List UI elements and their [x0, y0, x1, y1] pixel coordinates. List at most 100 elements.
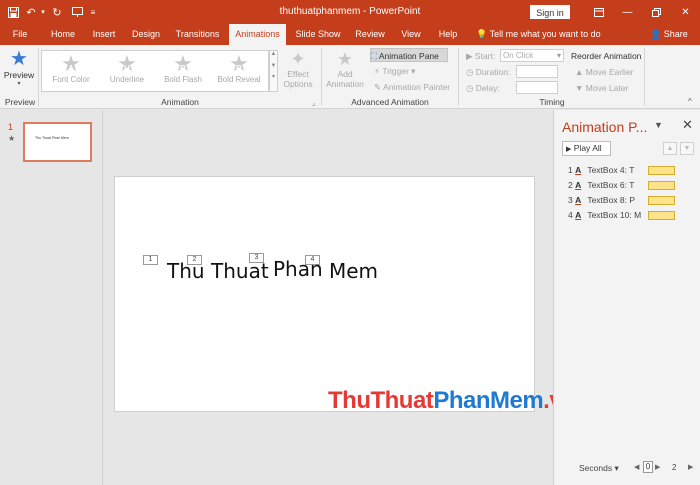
share-button[interactable]: 👤 Share	[650, 24, 688, 45]
scroll-down-icon[interactable]: ▼	[270, 63, 277, 69]
move-earlier-label: Move Earlier	[585, 67, 634, 77]
tab-slide-show[interactable]: Slide Show	[292, 24, 344, 45]
animation-list-item[interactable]: 4 A TextBox 10: M	[568, 208, 698, 222]
tell-me-text: Tell me what you want to do	[489, 29, 601, 39]
move-down-button[interactable]: ▼	[680, 142, 694, 155]
tab-insert[interactable]: Insert	[86, 24, 122, 45]
animation-item-label: TextBox 8: P	[587, 195, 636, 205]
seconds-dropdown[interactable]: Seconds ▾	[579, 463, 619, 474]
tab-animations[interactable]: Animations	[229, 24, 286, 45]
close-window-icon[interactable]: ✕	[671, 0, 700, 24]
tab-home[interactable]: Home	[44, 24, 82, 45]
ribbon: ★ Preview ▾ Preview ★ A Font Color ★ U Und…	[0, 45, 700, 109]
animation-painter-button[interactable]: ✎ Animation Painter	[374, 80, 450, 94]
tab-design[interactable]: Design	[126, 24, 166, 45]
gallery-item-font-color[interactable]: ★ A Font Color	[43, 51, 99, 91]
animation-tag[interactable]: 1	[143, 255, 158, 265]
dropdown-arrow-icon[interactable]: ▾	[39, 0, 47, 24]
trigger-button[interactable]: ⚡ Trigger ▾	[374, 64, 415, 78]
animation-pane: Animation P... ▼ ✕ ▶ Play All ▲ ▼ 1 A Te…	[553, 110, 700, 485]
timeline-bar	[648, 181, 675, 190]
slide-textbox-thu[interactable]: Thu	[167, 259, 205, 283]
thumbnail-text: Thu Thuat Phan Mem	[35, 136, 69, 140]
effect-options-button[interactable]: ✦ Effect Options	[281, 49, 315, 89]
gallery-letter: A	[68, 64, 74, 73]
gallery-scrollbar[interactable]: ▲ ▼ ▾	[269, 50, 278, 92]
add-animation-label-1: Add	[337, 69, 353, 79]
scroll-right-icon[interactable]: ▶	[688, 463, 693, 471]
animation-list-item[interactable]: 1 A TextBox 4: T	[568, 163, 698, 177]
scroll-left-icon[interactable]: ◀	[634, 463, 639, 471]
play-icon: ▶	[566, 146, 572, 153]
tab-help[interactable]: Help	[434, 24, 462, 45]
lightbulb-icon: 💡	[476, 29, 488, 39]
collapse-ribbon-icon[interactable]: ^	[688, 97, 692, 106]
group-label-timing: Timing	[539, 97, 565, 107]
minimize-icon[interactable]: —	[613, 0, 642, 24]
animation-item-number: 3	[568, 195, 573, 205]
slide-textbox-mem[interactable]: Mem	[329, 259, 378, 283]
move-up-button[interactable]: ▲	[663, 142, 677, 155]
group-label-preview: Preview	[4, 97, 36, 107]
watermark-logo: ThuThuatPhanMem.vn	[328, 387, 577, 415]
gallery-item-bold-flash[interactable]: ★ B Bold Flash	[155, 51, 211, 91]
customize-qat-icon[interactable]: ≡	[87, 0, 99, 24]
move-later-button[interactable]: ▼ Move Later	[575, 81, 628, 95]
divider	[644, 48, 645, 106]
close-pane-icon[interactable]: ✕	[682, 117, 693, 133]
redo-icon[interactable]: ↻	[47, 0, 67, 24]
gallery-item-underline[interactable]: ★ U Underline	[99, 51, 155, 91]
scroll-up-icon[interactable]: ▲	[270, 51, 277, 57]
effect-options-label-2: Options	[283, 79, 313, 89]
star-icon: ★ A	[43, 53, 99, 75]
undo-icon[interactable]: ↶	[23, 0, 39, 24]
preview-button[interactable]: ★ Preview ▾	[3, 48, 35, 94]
tab-transitions[interactable]: Transitions	[170, 24, 225, 45]
share-label: Share	[663, 29, 688, 39]
slide-thumbnail[interactable]: Thu Thuat Phan Mem	[23, 122, 92, 162]
animation-item-label: TextBox 10: M	[587, 210, 642, 220]
scroll-right-icon[interactable]: ▶	[655, 463, 660, 471]
gallery-more-icon[interactable]: ▾	[270, 73, 277, 80]
slide-number: 1	[8, 122, 14, 132]
tab-view[interactable]: View	[396, 24, 426, 45]
trigger-label: Trigger	[382, 66, 409, 76]
add-animation-button[interactable]: ★ Add Animation	[324, 49, 366, 89]
dialog-launcher-icon[interactable]: ⌟	[312, 99, 315, 107]
slide-textbox-thuat[interactable]: Thuat	[211, 259, 269, 283]
add-animation-label-2: Animation	[326, 79, 364, 89]
tell-me-box[interactable]: 💡 Tell me what you want to do	[476, 24, 601, 45]
gallery-letter: B	[180, 64, 186, 73]
gallery-letter: U	[124, 64, 130, 73]
tab-file[interactable]: File	[6, 24, 34, 45]
delay-input[interactable]	[516, 81, 558, 94]
animation-list-item[interactable]: 2 A TextBox 6: T	[568, 178, 698, 192]
preview-label: Preview	[3, 70, 35, 80]
chevron-down-icon: ▾	[17, 81, 21, 87]
animation-item-label: TextBox 4: T	[587, 165, 635, 175]
move-earlier-button[interactable]: ▲ Move Earlier	[575, 65, 634, 79]
gallery-letter: B	[236, 64, 242, 73]
play-all-label: Play All	[573, 143, 602, 153]
animation-pane-icon: ⛶	[371, 51, 377, 61]
ribbon-display-icon[interactable]	[584, 0, 613, 24]
animation-list-item[interactable]: 3 A TextBox 8: P	[568, 193, 698, 207]
lightning-icon: ⚡	[374, 66, 380, 76]
play-all-button[interactable]: ▶ Play All	[562, 141, 611, 156]
restore-icon[interactable]	[642, 0, 671, 24]
slide-canvas[interactable]: 1 2 3 4 Thu Thuat Phan Mem	[114, 176, 535, 412]
painter-icon: ✎	[374, 82, 382, 92]
preview-star-icon: ★	[10, 48, 28, 70]
duration-input[interactable]	[516, 65, 558, 78]
pane-options-icon[interactable]: ▼	[654, 120, 663, 130]
slide-textbox-phan[interactable]: Phan	[273, 257, 323, 281]
seconds-label: Seconds	[579, 463, 613, 473]
start-from-beginning-icon[interactable]	[67, 0, 87, 24]
gallery-item-bold-reveal[interactable]: ★ B Bold Reveal	[211, 51, 267, 91]
animation-pane-button[interactable]: ⛶ Animation Pane	[370, 48, 448, 62]
sign-in-button[interactable]: Sign in	[530, 5, 570, 19]
save-icon[interactable]	[3, 0, 23, 24]
tab-review[interactable]: Review	[350, 24, 390, 45]
ribbon-tabs: File Home Insert Design Transitions Anim…	[0, 24, 700, 45]
start-select[interactable]: On Click ▾	[500, 49, 564, 62]
